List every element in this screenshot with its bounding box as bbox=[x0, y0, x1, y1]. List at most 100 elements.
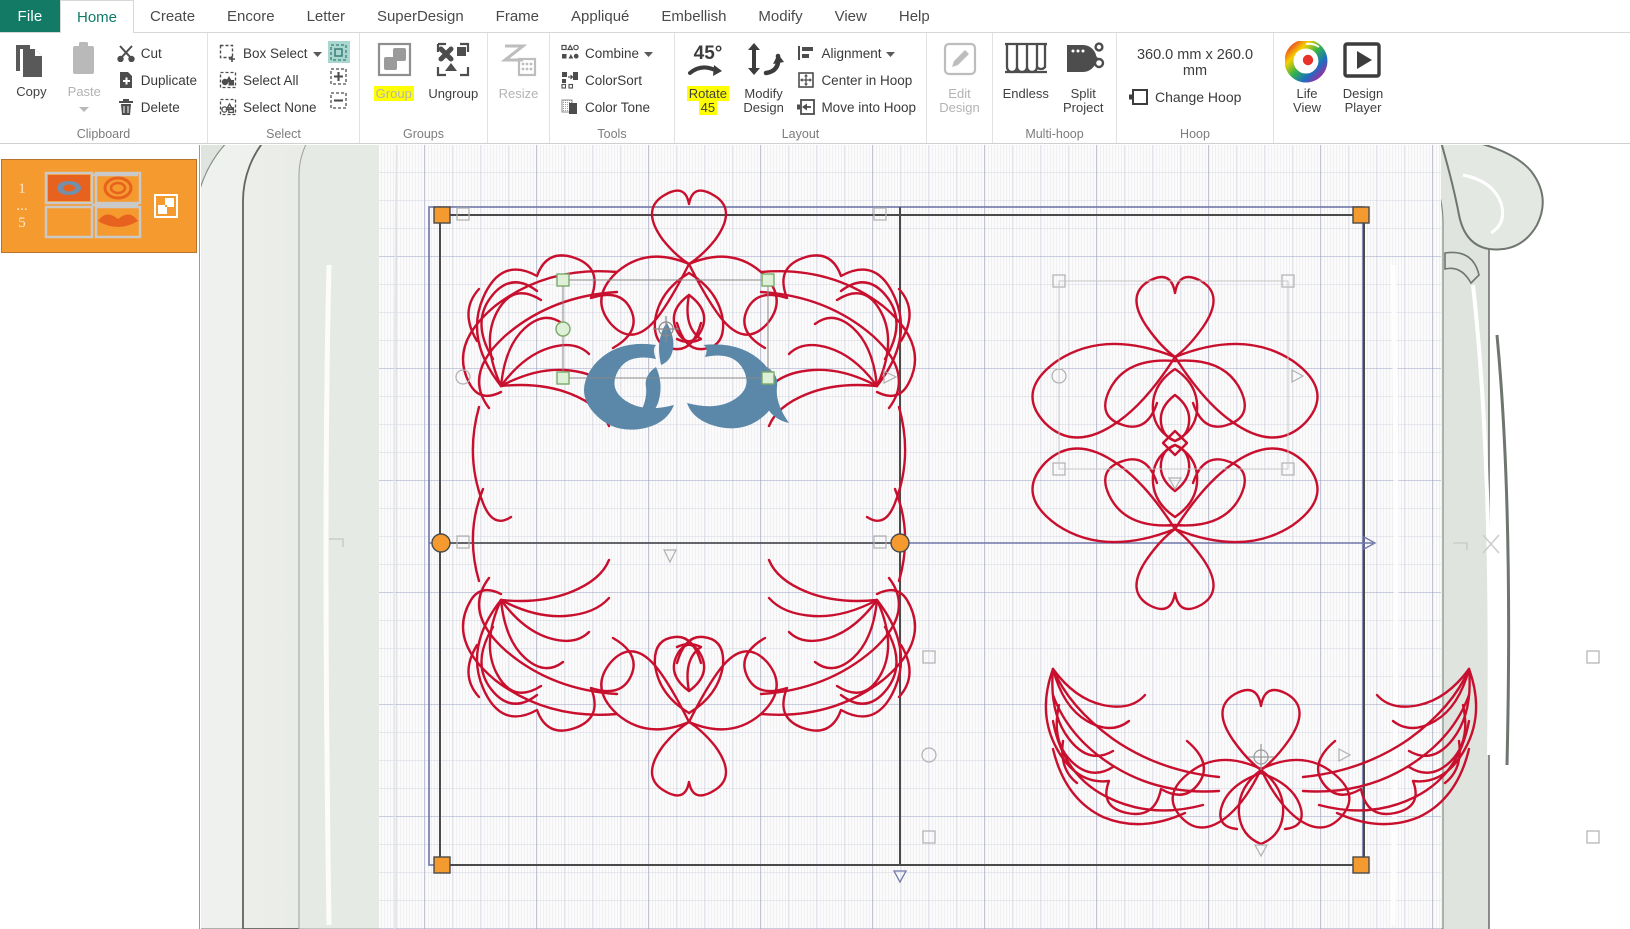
tab-create[interactable]: Create bbox=[134, 0, 211, 32]
corner-handle-top-left[interactable] bbox=[433, 206, 451, 224]
design-player-icon bbox=[1341, 41, 1385, 83]
center-in-hoop-label: Center in Hoop bbox=[821, 72, 913, 88]
tools-group-title: Tools bbox=[597, 127, 627, 141]
endless-button[interactable]: Endless bbox=[999, 37, 1053, 100]
change-hoop-icon bbox=[1129, 87, 1149, 107]
trash-icon bbox=[116, 97, 136, 117]
tab-home[interactable]: Home bbox=[60, 0, 135, 34]
colorsort-label: ColorSort bbox=[585, 72, 643, 88]
multihoop-group-title: Multi-hoop bbox=[1025, 127, 1084, 141]
corner-handle-top-right[interactable] bbox=[1352, 206, 1370, 224]
design-canvas[interactable] bbox=[201, 145, 1630, 929]
select-group-title: Select bbox=[266, 127, 301, 141]
rotate-45-button[interactable]: 45° Rotate 45 bbox=[681, 37, 735, 115]
life-view-button[interactable]: Life View bbox=[1280, 37, 1334, 115]
ribbon-tab-bar: File Home Create Encore Letter SuperDesi… bbox=[0, 0, 1630, 34]
change-hoop-button[interactable]: Change Hoop bbox=[1123, 87, 1241, 107]
paste-icon bbox=[67, 41, 101, 81]
tab-frame[interactable]: Frame bbox=[480, 0, 555, 32]
select-none-button[interactable]: Select None bbox=[214, 94, 326, 120]
colortone-label: Color Tone bbox=[585, 99, 651, 115]
delete-button[interactable]: Delete bbox=[112, 94, 201, 120]
box-select-dropdown-arrow[interactable] bbox=[312, 46, 322, 61]
resize-button[interactable]: Resize bbox=[494, 37, 543, 100]
ungroup-button[interactable]: Ungroup bbox=[426, 37, 482, 100]
copy-icon bbox=[14, 41, 48, 81]
tab-encore[interactable]: Encore bbox=[211, 0, 291, 32]
box-select-button[interactable]: Box Select bbox=[214, 40, 326, 66]
box-select-icon bbox=[218, 43, 238, 63]
ribbon-group-edit-design: Edit Design bbox=[927, 33, 993, 143]
group-label: Group bbox=[373, 86, 414, 101]
tab-superdesign[interactable]: SuperDesign bbox=[361, 0, 480, 32]
remove-from-selection-button[interactable] bbox=[328, 89, 350, 111]
move-into-hoop-button[interactable]: Move into Hoop bbox=[792, 94, 920, 120]
select-all-button[interactable]: Select All bbox=[214, 67, 326, 93]
design-player-label-line1: Design bbox=[1342, 86, 1384, 101]
modify-design-label-line1: Modify bbox=[744, 86, 783, 101]
modify-design-label-line2: Design bbox=[743, 100, 784, 115]
design-player-label-line2: Player bbox=[1344, 100, 1382, 115]
center-in-hoop-button[interactable]: Center in Hoop bbox=[792, 67, 920, 93]
ribbon-group-view-tools: Life View Design Player bbox=[1274, 33, 1396, 143]
tab-view[interactable]: View bbox=[819, 0, 883, 32]
select-none-label: Select None bbox=[243, 99, 317, 115]
ribbon: Copy Paste Cut Duplicate Delete Clipboar… bbox=[0, 33, 1630, 144]
split-project-label-line2: Project bbox=[1063, 100, 1104, 115]
tab-help[interactable]: Help bbox=[883, 0, 946, 32]
colortone-button[interactable]: Color Tone bbox=[556, 94, 657, 120]
colorsort-button[interactable]: ColorSort bbox=[556, 67, 657, 93]
combine-button[interactable]: Combine bbox=[556, 40, 657, 66]
tab-file[interactable]: File bbox=[0, 0, 60, 32]
combine-dropdown-arrow[interactable] bbox=[644, 46, 654, 61]
paste-dropdown-arrow[interactable] bbox=[79, 100, 90, 118]
select-none-icon bbox=[218, 97, 238, 117]
duplicate-button[interactable]: Duplicate bbox=[112, 67, 201, 93]
cut-button[interactable]: Cut bbox=[112, 40, 201, 66]
endless-label: Endless bbox=[1002, 86, 1049, 101]
ribbon-group-hoop: 360.0 mm x 260.0 mm Change Hoop Hoop bbox=[1117, 33, 1274, 143]
tab-applique[interactable]: Appliqué bbox=[555, 0, 645, 32]
select-all-icon bbox=[218, 70, 238, 90]
move-into-hoop-icon bbox=[796, 97, 816, 117]
corner-handle-bottom-left[interactable] bbox=[433, 856, 451, 874]
alignment-button[interactable]: Alignment bbox=[792, 40, 920, 66]
tab-modify[interactable]: Modify bbox=[742, 0, 818, 32]
handle-bottom-right bbox=[761, 371, 775, 385]
clipboard-group-title: Clipboard bbox=[76, 127, 131, 141]
project-page-ellipsis: ... bbox=[16, 197, 28, 214]
replace-selection-button[interactable] bbox=[327, 41, 350, 63]
corner-handle-bottom-right[interactable] bbox=[1352, 856, 1370, 874]
combine-label: Combine bbox=[585, 45, 640, 61]
paste-button[interactable]: Paste bbox=[59, 37, 110, 118]
tab-embellish[interactable]: Embellish bbox=[645, 0, 742, 32]
copy-button[interactable]: Copy bbox=[6, 37, 57, 98]
life-view-icon bbox=[1285, 41, 1329, 83]
project-page-last: 5 bbox=[18, 214, 26, 231]
split-project-button[interactable]: Split Project bbox=[1057, 37, 1111, 115]
marker-br bbox=[1586, 830, 1600, 844]
modify-design-button[interactable]: Modify Design bbox=[737, 37, 791, 115]
project-page-first: 1 bbox=[18, 180, 26, 197]
design-player-button[interactable]: Design Player bbox=[1336, 37, 1390, 115]
group-button[interactable]: Group bbox=[366, 37, 422, 101]
project-list-item-1[interactable]: 1 ... 5 bbox=[1, 159, 197, 253]
copy-label: Copy bbox=[16, 84, 47, 99]
ungroup-icon bbox=[433, 41, 473, 83]
split-handle-center[interactable] bbox=[890, 533, 910, 553]
colortone-icon bbox=[560, 97, 580, 117]
design-canvas-svg bbox=[201, 145, 1600, 929]
edit-design-button[interactable]: Edit Design bbox=[933, 37, 986, 115]
combine-icon bbox=[560, 43, 580, 63]
tab-letter[interactable]: Letter bbox=[291, 0, 361, 32]
ribbon-group-groups: Group Ungroup Groups bbox=[360, 33, 488, 143]
ribbon-group-tools: Combine ColorSort Color Tone Tools bbox=[550, 33, 675, 143]
split-handle-left[interactable] bbox=[431, 533, 451, 553]
paste-label: Paste bbox=[67, 84, 101, 99]
hoop-fabric-area bbox=[379, 145, 1441, 929]
resize-icon bbox=[499, 41, 539, 83]
colorsort-icon bbox=[560, 70, 580, 90]
add-to-selection-button[interactable] bbox=[328, 65, 350, 87]
handle-rotate bbox=[555, 321, 571, 337]
alignment-dropdown-arrow[interactable] bbox=[886, 46, 896, 61]
